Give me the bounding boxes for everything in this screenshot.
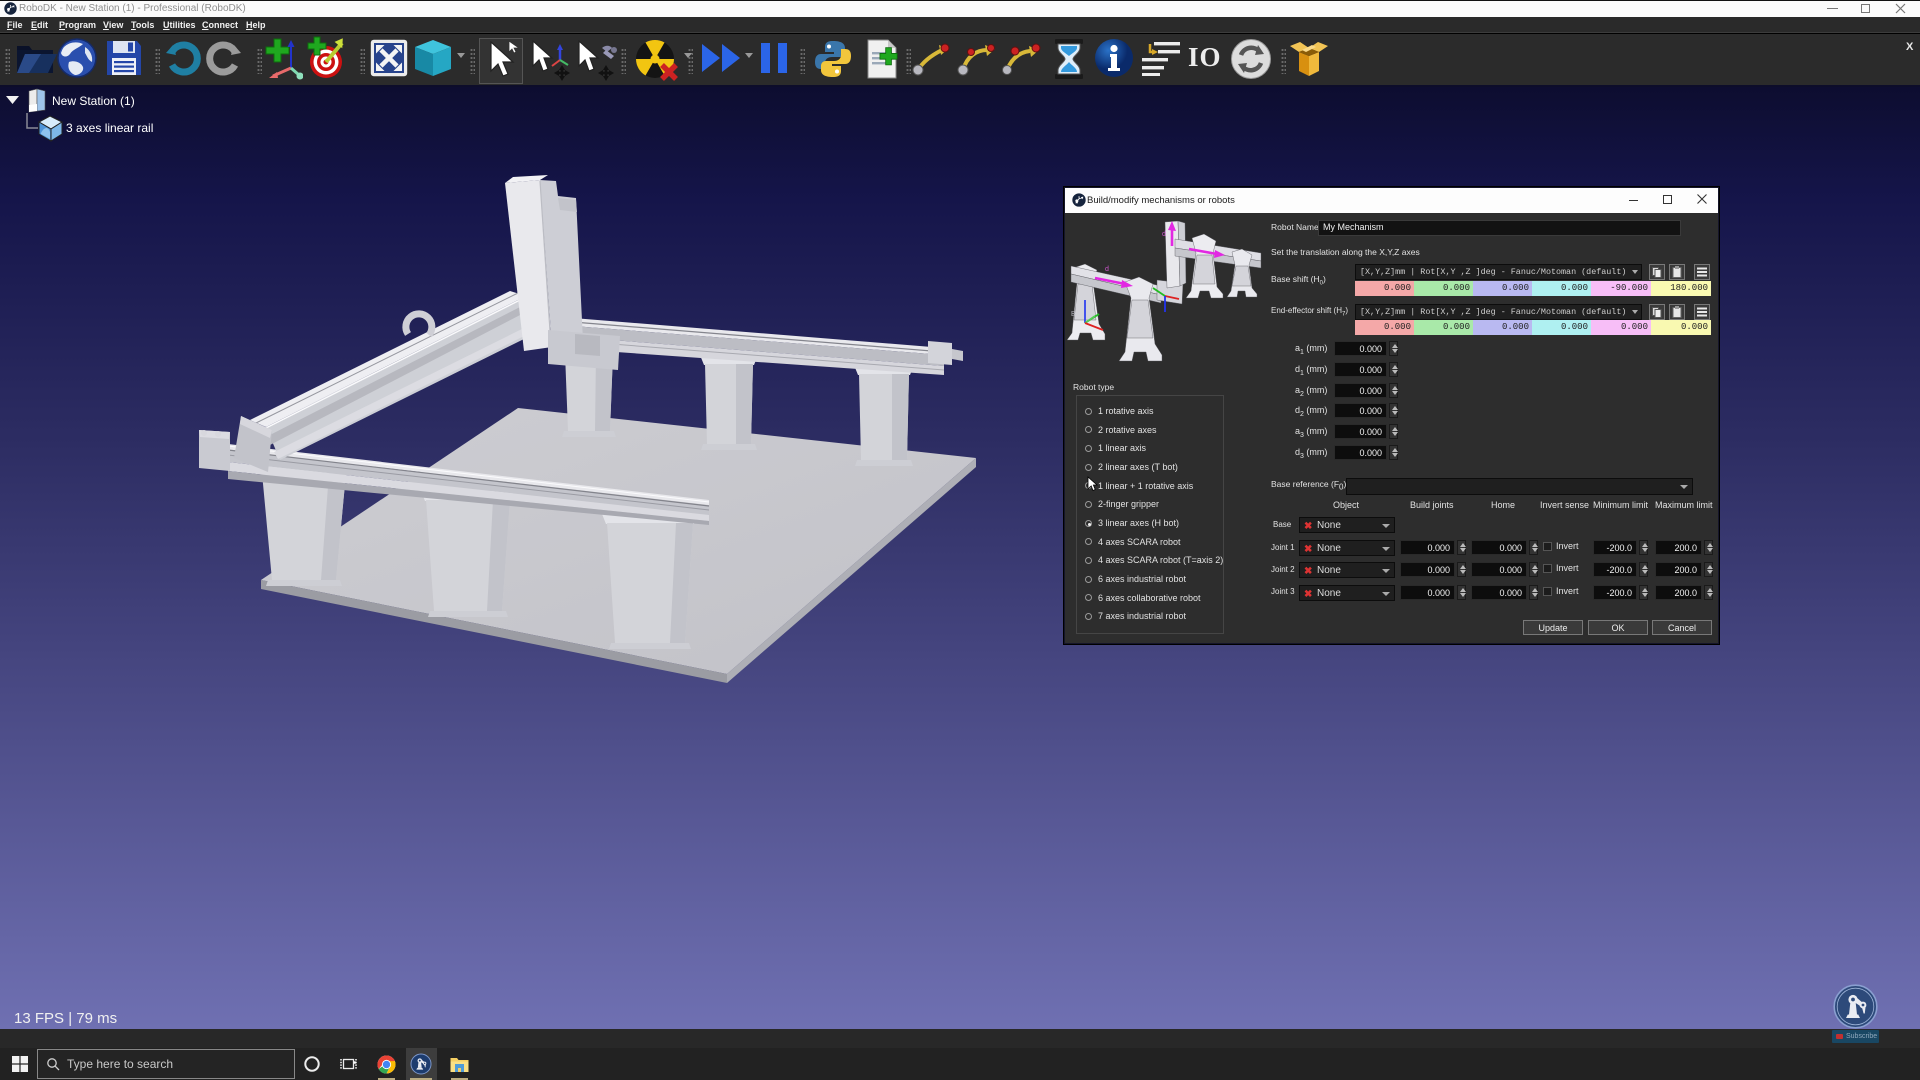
svg-text:d: d bbox=[1162, 231, 1166, 238]
svg-text:d: d bbox=[1105, 266, 1109, 273]
svg-text:B: B bbox=[1071, 311, 1076, 318]
